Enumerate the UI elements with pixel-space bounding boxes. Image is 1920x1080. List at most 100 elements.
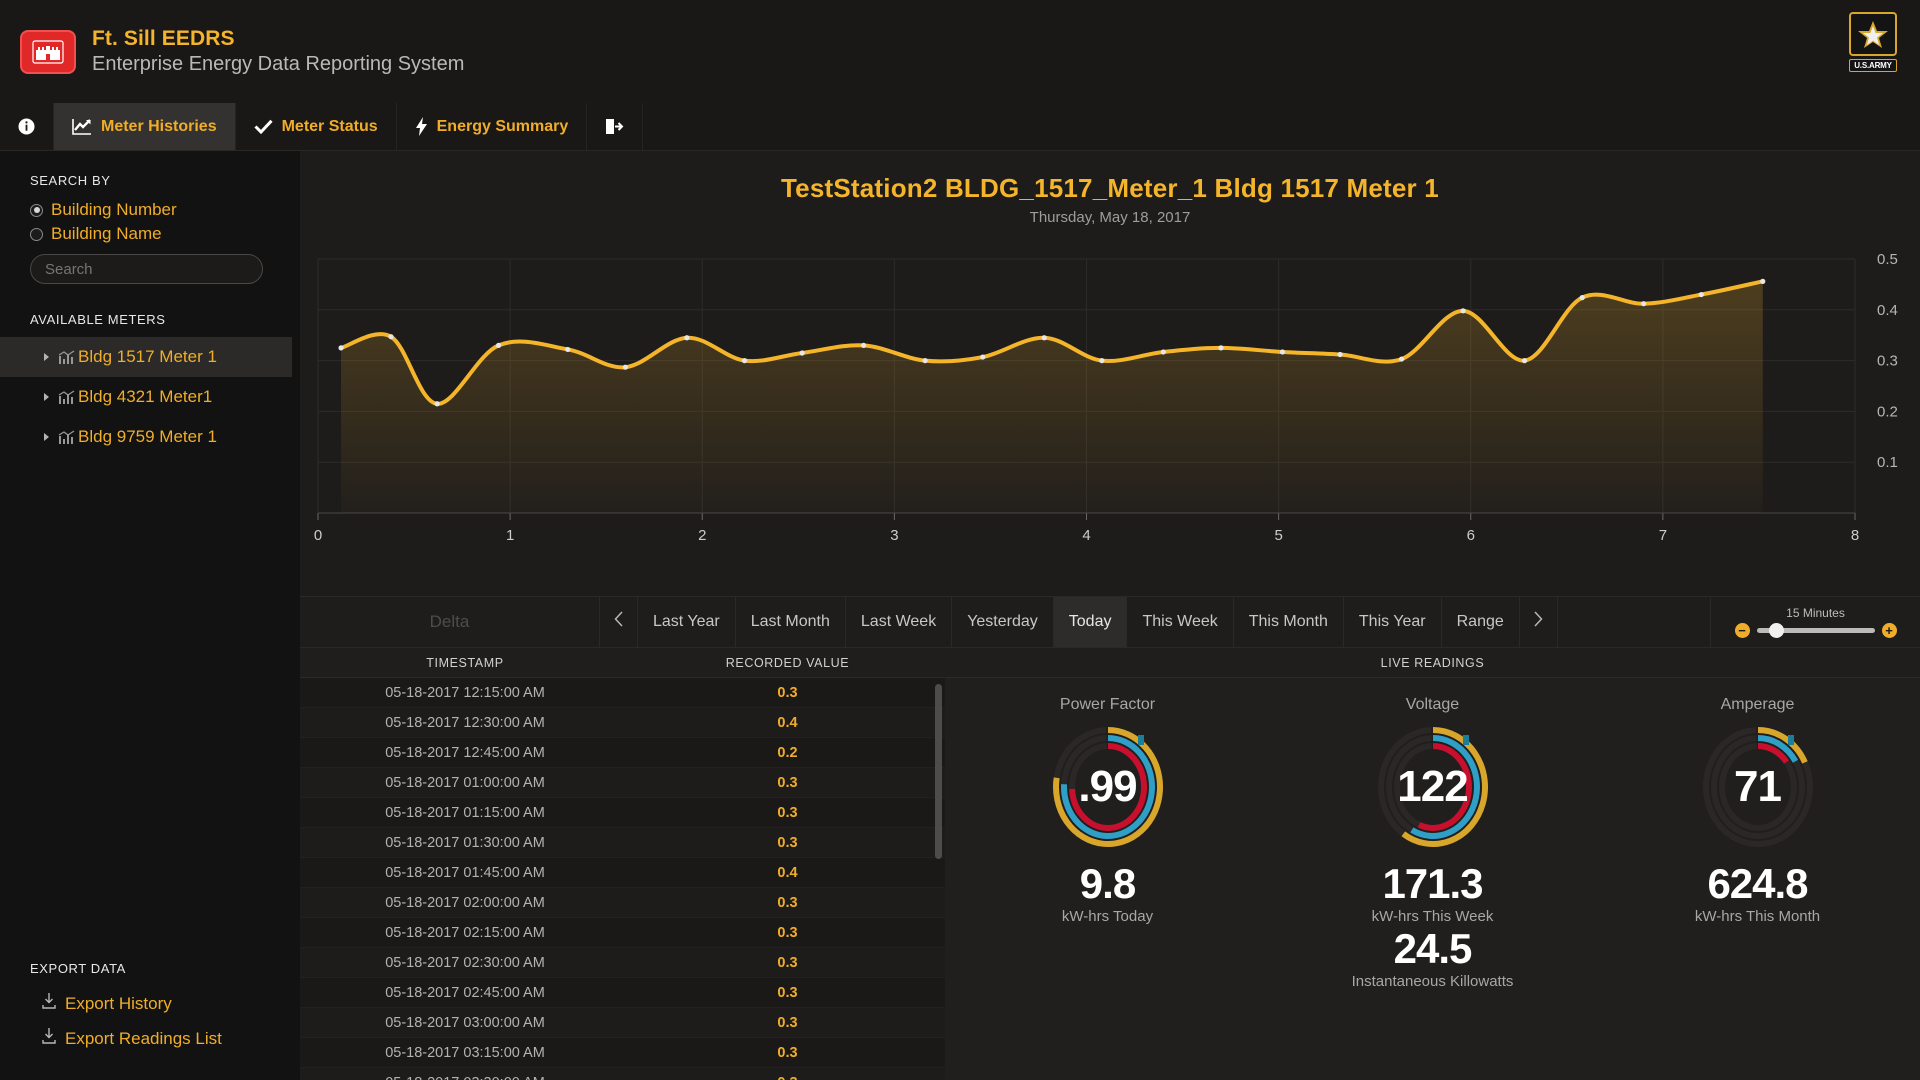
svg-text:6: 6 bbox=[1467, 527, 1475, 544]
caret-right-icon[interactable] bbox=[44, 353, 49, 361]
column-header-recorded-value: RECORDED VALUE bbox=[725, 655, 850, 670]
range-this-week-button[interactable]: This Week bbox=[1127, 597, 1234, 647]
table-row[interactable]: 05-18-2017 02:30:00 AM 0.3 bbox=[300, 948, 945, 978]
cell-timestamp: 05-18-2017 03:00:00 AM bbox=[385, 1014, 545, 1031]
available-meters-label: AVAILABLE METERS bbox=[30, 312, 166, 327]
meter-item-bldg-4321[interactable]: Bldg 4321 Meter1 bbox=[0, 377, 292, 417]
svg-text:0.3: 0.3 bbox=[1877, 353, 1898, 370]
range-button-label: Last Year bbox=[653, 613, 720, 630]
export-readings-list-button[interactable]: Export Readings List bbox=[0, 1021, 300, 1056]
kpi-value: 624.8 bbox=[1707, 860, 1808, 907]
range-next-button[interactable] bbox=[1520, 597, 1558, 647]
export-history-button[interactable]: Export History bbox=[0, 986, 300, 1021]
nav-item-meter-status[interactable]: Meter Status bbox=[236, 103, 397, 150]
radio-building-number-label: Building Number bbox=[51, 200, 177, 219]
radio-selected-icon bbox=[30, 203, 43, 217]
table-row[interactable]: 05-18-2017 01:45:00 AM 0.4 bbox=[300, 858, 945, 888]
cell-recorded-value: 0.3 bbox=[777, 894, 798, 911]
caret-right-icon[interactable] bbox=[44, 393, 49, 401]
range-today-button[interactable]: Today bbox=[1053, 597, 1128, 647]
kpi-today: 9.8 kW-hrs Today bbox=[1061, 861, 1154, 926]
cell-recorded-value: 0.2 bbox=[777, 744, 798, 761]
radio-building-number[interactable]: Building Number bbox=[0, 198, 300, 222]
table-row[interactable]: 05-18-2017 12:45:00 AM 0.2 bbox=[300, 738, 945, 768]
meter-history-chart[interactable]: 0.1 0.2 0.3 0.4 0.5 0 1 2 3 4 5 6 7 8 bbox=[300, 251, 1920, 596]
range-last-year-button[interactable]: Last Year bbox=[638, 597, 736, 647]
gauge-value: .99 bbox=[1078, 762, 1137, 811]
table-row[interactable]: 05-18-2017 02:45:00 AM 0.3 bbox=[300, 978, 945, 1008]
interval-slider-label: 15 Minutes bbox=[1786, 606, 1845, 620]
range-button-label: Last Month bbox=[750, 613, 830, 630]
radio-building-name[interactable]: Building Name bbox=[0, 222, 300, 246]
table-row[interactable]: 05-18-2017 03:30:00 AM0.3 bbox=[300, 1068, 945, 1080]
range-this-month-button[interactable]: This Month bbox=[1234, 597, 1344, 647]
range-this-year-button[interactable]: This Year bbox=[1344, 597, 1442, 647]
table-row[interactable]: 05-18-2017 01:00:00 AM 0.3 bbox=[300, 768, 945, 798]
range-yesterday-button[interactable]: Yesterday bbox=[952, 597, 1054, 647]
cell-timestamp: 05-18-2017 12:15:00 AM bbox=[385, 684, 545, 701]
delta-label: Delta bbox=[300, 597, 600, 647]
nav-item-logout[interactable] bbox=[587, 103, 644, 150]
cell-recorded-value: 0.3 bbox=[777, 924, 798, 941]
castle-icon bbox=[20, 29, 76, 74]
cell-recorded-value: 0.3 bbox=[777, 984, 798, 1001]
sidebar: SEARCH BY Building Number Building Name … bbox=[0, 151, 300, 1080]
army-logo-text: U.S.ARMY bbox=[1849, 59, 1897, 72]
gauge-title: Amperage bbox=[1720, 696, 1795, 713]
range-button-label: Range bbox=[1456, 613, 1504, 630]
export-readings-list-label: Export Readings List bbox=[65, 1028, 222, 1048]
table-row[interactable]: 05-18-2017 03:00:00 AM 0.3 bbox=[300, 1008, 945, 1038]
kpi-label: kW-hrs This Week bbox=[1371, 908, 1494, 926]
bolt-icon bbox=[415, 117, 428, 136]
range-range-button[interactable]: Range bbox=[1442, 597, 1520, 647]
table-row[interactable]: 05-18-2017 12:15:00 AM 0.3 bbox=[300, 678, 945, 708]
kpi-label: kW-hrs Today bbox=[1061, 908, 1154, 926]
nav-item-info[interactable] bbox=[0, 103, 54, 150]
caret-right-icon[interactable] bbox=[44, 433, 49, 441]
interval-decrease-button[interactable]: − bbox=[1734, 623, 1750, 638]
table-row[interactable]: 05-18-2017 01:30:00 AM 0.3 bbox=[300, 828, 945, 858]
cell-timestamp: 05-18-2017 12:45:00 AM bbox=[385, 744, 545, 761]
cell-recorded-value: 0.3 bbox=[777, 834, 798, 851]
table-row[interactable]: 05-18-2017 03:15:00 AM 0.3 bbox=[300, 1038, 945, 1068]
meter-item-bldg-1517[interactable]: Bldg 1517 Meter 1 bbox=[0, 337, 292, 377]
live-readings-panel: LIVE READINGS Power Factor .99 9.8 kW-hr… bbox=[945, 648, 1920, 1080]
cell-timestamp: 05-18-2017 02:00:00 AM bbox=[385, 894, 545, 911]
table-row[interactable]: 05-18-2017 02:00:00 AM 0.3 bbox=[300, 888, 945, 918]
table-row[interactable]: 05-18-2017 02:15:00 AM 0.3 bbox=[300, 918, 945, 948]
table-row[interactable]: 05-18-2017 12:30:00 AM 0.4 bbox=[300, 708, 945, 738]
range-last-month-button[interactable]: Last Month bbox=[736, 597, 846, 647]
range-last-week-button[interactable]: Last Week bbox=[846, 597, 953, 647]
nav-item-meter-histories[interactable]: Meter Histories bbox=[54, 103, 236, 150]
bar-chart-icon bbox=[58, 389, 75, 405]
range-prev-button[interactable] bbox=[600, 597, 638, 647]
app-header: Ft. Sill EEDRS Enterprise Energy Data Re… bbox=[0, 0, 1920, 103]
cell-timestamp: 05-18-2017 01:30:00 AM bbox=[385, 834, 545, 851]
nav-item-energy-summary[interactable]: Energy Summary bbox=[397, 103, 588, 150]
svg-text:0.1: 0.1 bbox=[1877, 454, 1898, 471]
download-icon bbox=[42, 1028, 56, 1049]
cell-recorded-value: 0.3 bbox=[777, 1044, 798, 1061]
cell-recorded-value: 0.3 bbox=[777, 804, 798, 821]
lower-section: TIMESTAMP RECORDED VALUE 05-18-2017 12:1… bbox=[300, 648, 1920, 1080]
meter-item-bldg-9759[interactable]: Bldg 9759 Meter 1 bbox=[0, 417, 292, 457]
us-army-logo: U.S.ARMY bbox=[1844, 12, 1902, 74]
interval-slider-thumb[interactable] bbox=[1768, 623, 1784, 638]
table-row[interactable]: 05-18-2017 01:15:00 AM 0.3 bbox=[300, 798, 945, 828]
cell-timestamp: 05-18-2017 12:30:00 AM bbox=[385, 714, 545, 731]
cell-recorded-value: 0.3 bbox=[777, 954, 798, 971]
chart-plot-area[interactable]: 0.1 0.2 0.3 0.4 0.5 0 1 2 3 4 5 6 7 8 bbox=[300, 251, 1920, 596]
nav-item-energy-summary-label: Energy Summary bbox=[436, 117, 569, 135]
main-content: TestStation2 BLDG_1517_Meter_1 Bldg 1517… bbox=[300, 151, 1920, 1080]
cell-recorded-value: 0.4 bbox=[777, 714, 798, 731]
live-readings-title: LIVE READINGS bbox=[945, 648, 1920, 678]
gauge-value: 71 bbox=[1734, 762, 1782, 811]
interval-increase-button[interactable]: + bbox=[1881, 623, 1897, 638]
chevron-right-icon bbox=[1534, 611, 1543, 633]
interval-slider-track[interactable] bbox=[1756, 623, 1875, 638]
time-range-bar: Delta Last Year Last Month Last Week Yes… bbox=[300, 596, 1920, 648]
table-scrollbar[interactable] bbox=[935, 684, 942, 859]
search-input[interactable] bbox=[30, 254, 263, 284]
svg-text:5: 5 bbox=[1274, 527, 1282, 544]
table-body[interactable]: 05-18-2017 12:15:00 AM 0.3 05-18-2017 12:3… bbox=[300, 678, 945, 1080]
